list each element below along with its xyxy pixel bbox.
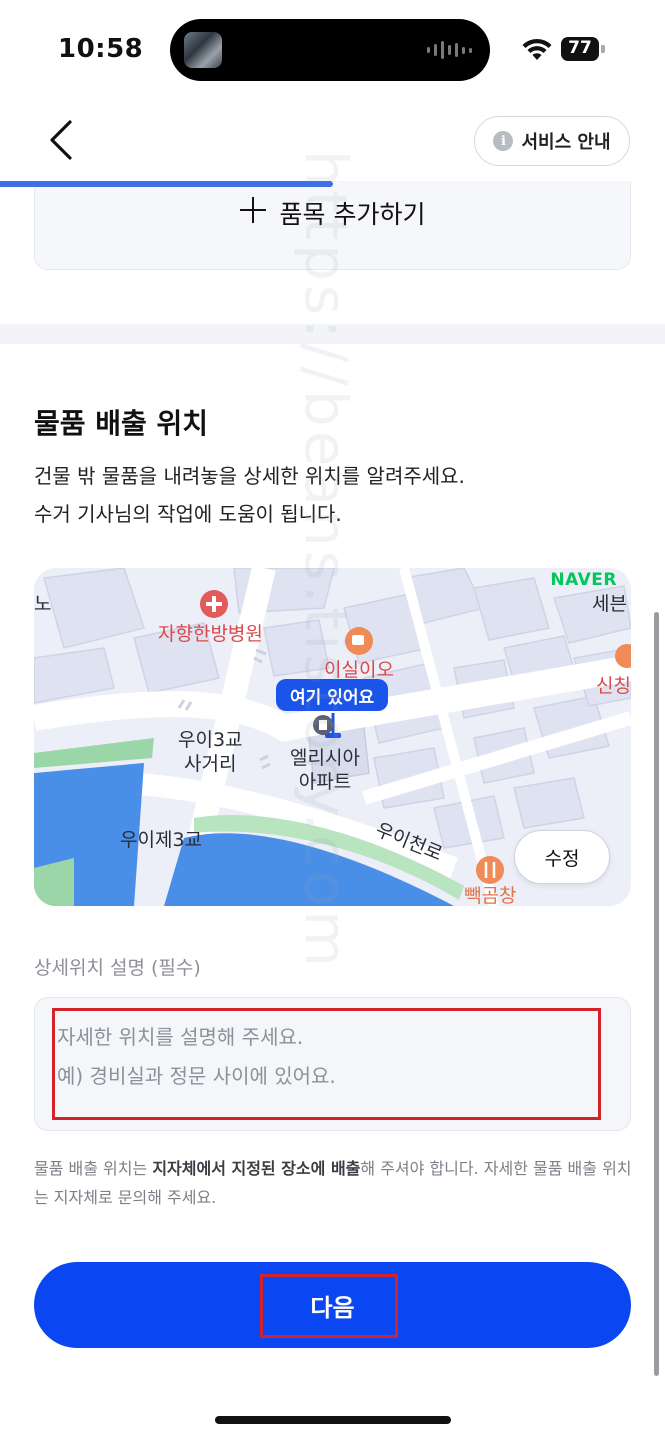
map-label-intersection-line1: 우이3교 xyxy=(178,729,243,751)
dynamic-island xyxy=(170,19,490,81)
map-label-intersection-line2: 사거리 xyxy=(184,753,237,775)
naver-logo: NAVER xyxy=(550,570,617,590)
notice-bold: 지자체에서 지정된 장소에 배출 xyxy=(152,1159,361,1178)
plus-icon xyxy=(239,197,266,223)
section-title: 물품 배출 위치 xyxy=(34,407,209,440)
detail-location-input[interactable]: 자세한 위치를 설명해 주세요. 예) 경비실과 정문 사이에 있어요. xyxy=(34,997,631,1131)
detail-location-placeholder: 자세한 위치를 설명해 주세요. 예) 경비실과 정문 사이에 있어요. xyxy=(57,1025,336,1088)
progress-fill xyxy=(0,181,333,187)
map-label-edge-right-mid: 신칭 xyxy=(596,675,631,697)
map-label-edge-left: 노 xyxy=(34,593,52,615)
screen: 품목 추가하기 10:58 77 i 서비스 안내 물품 배출 위치 건물 밖 … xyxy=(0,0,665,1440)
map-label-apartment-line2: 아파트 xyxy=(298,771,352,793)
wifi-icon xyxy=(522,38,552,60)
section-description: 건물 밖 물품을 내려놓을 상세한 위치를 알려주세요. 수거 기사님의 작업에… xyxy=(34,457,465,533)
map-label-apartment: 엘리시아 아파트 xyxy=(290,746,360,794)
add-item-label: 품목 추가하기 xyxy=(279,200,426,229)
next-button-label: 다음 xyxy=(310,1293,355,1322)
section-divider xyxy=(0,324,665,344)
audio-wave-icon xyxy=(427,41,472,59)
map-label-hospital: 자향한방병원 xyxy=(158,623,263,645)
home-indicator[interactable] xyxy=(215,1416,451,1424)
battery-icon: 77 xyxy=(561,37,605,61)
edit-location-button[interactable]: 수정 xyxy=(514,830,610,884)
service-guide-label: 서비스 안내 xyxy=(521,132,611,153)
map-label-apartment-line1: 엘리시아 xyxy=(290,747,360,769)
status-bar: 10:58 77 xyxy=(0,0,665,96)
progress-bar xyxy=(0,181,665,187)
scrollbar[interactable] xyxy=(654,612,659,1376)
description-line-1: 건물 밖 물품을 내려놓을 상세한 위치를 알려주세요. xyxy=(34,464,465,488)
back-button[interactable] xyxy=(40,116,84,164)
notice-text: 물품 배출 위치는 지자체에서 지정된 장소에 배출해 주셔야 합니다. 자세한… xyxy=(34,1154,634,1212)
map-label-edge-right-top: 세븐 xyxy=(592,593,627,615)
map-label-intersection: 우이3교 사거리 xyxy=(178,728,243,776)
detail-field-label: 상세위치 설명 (필수) xyxy=(34,957,201,979)
description-line-2: 수거 기사님의 작업에 도움이 됩니다. xyxy=(34,502,342,526)
location-pin-label: 여기 있어요 xyxy=(276,679,389,711)
map-label-bridge: 우이제3교 xyxy=(120,829,203,851)
notice-part-1: 물품 배출 위치는 xyxy=(34,1159,153,1178)
map-label-restaurant: 빽곰창 xyxy=(464,885,517,906)
status-time: 10:58 xyxy=(58,34,144,64)
battery-level: 77 xyxy=(568,38,592,58)
location-map[interactable]: NAVER 노 자향한방병원 이실이오 세븐 신칭 우이3교 사거리 엘리시아 … xyxy=(34,568,631,906)
service-guide-button[interactable]: i 서비스 안내 xyxy=(474,116,630,166)
info-icon: i xyxy=(493,131,514,151)
next-button[interactable]: 다음 xyxy=(34,1262,631,1348)
now-playing-thumbnail xyxy=(184,32,222,68)
